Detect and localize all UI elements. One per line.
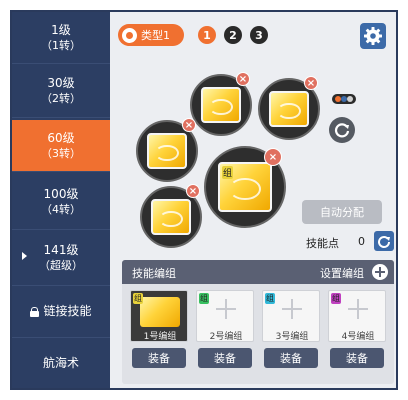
skill-slot[interactable]: × (136, 118, 198, 182)
equip-button[interactable]: 装备 (132, 348, 186, 368)
plus-icon (282, 299, 302, 319)
sidebar-item-level-30[interactable]: 30级 （2转） (12, 64, 110, 118)
page-tab-1[interactable]: 1 (198, 26, 216, 44)
sidebar: 1级 （1转） 30级 （2转） 60级 （3转） 100级 （4转） 141级… (12, 12, 110, 388)
skill-points-label: 技能点 (306, 237, 339, 250)
skill-slot-main[interactable]: 组 × (204, 146, 286, 228)
equip-button[interactable]: 装备 (330, 348, 384, 368)
skill-window: 1级 （1转） 30级 （2转） 60级 （3转） 100级 （4转） 141级… (10, 10, 398, 390)
skill-icon (269, 91, 309, 127)
equip-button[interactable]: 装备 (264, 348, 318, 368)
type-selector-button[interactable]: 类型1 (118, 24, 184, 46)
skill-icon (140, 297, 180, 327)
skill-group-4: 组 4号编组 装备 (328, 290, 386, 374)
group-mark: 组 (199, 293, 209, 304)
remove-skill-button[interactable]: × (304, 76, 318, 90)
group-name: 4号编组 (341, 332, 375, 342)
refresh-icon (334, 123, 350, 138)
skill-group-title: 技能编组 (132, 267, 176, 280)
top-bar: 类型1 1 2 3 (110, 12, 396, 58)
sidebar-item-sub: （2转） (41, 91, 81, 105)
plus-icon (216, 299, 236, 319)
add-group-icon[interactable] (372, 264, 388, 280)
plus-icon (348, 299, 368, 319)
skill-group-header: 技能编组 设置编组 (122, 260, 394, 284)
remove-skill-button[interactable]: × (264, 148, 282, 166)
set-group-label[interactable]: 设置编组 (320, 265, 364, 281)
sidebar-item-navigation[interactable]: 航海术 (12, 338, 110, 388)
skill-group-panel: 技能编组 设置编组 组 1号编组 装备 组 2号编组 装备 组 3号编组 装备 … (122, 260, 394, 384)
group-name: 1号编组 (143, 332, 177, 342)
group-slot[interactable]: 组 1号编组 (130, 290, 188, 342)
gear-icon (364, 27, 382, 45)
skill-slot[interactable]: × (258, 76, 320, 140)
view-toggle[interactable] (332, 94, 356, 104)
sidebar-item-link-skills[interactable]: 链接技能 (12, 286, 110, 338)
sidebar-item-label: 航海术 (42, 355, 79, 370)
skill-group-3: 组 3号编组 装备 (262, 290, 320, 374)
skill-icon (151, 199, 191, 235)
sidebar-item-label: 30级 (47, 75, 75, 90)
sidebar-item-label: 链接技能 (43, 304, 92, 318)
sidebar-item-sub: （3转） (41, 146, 81, 160)
skill-icon: 组 (218, 162, 272, 212)
sidebar-item-label: 141级 (43, 242, 79, 257)
sidebar-item-level-1[interactable]: 1级 （1转） (12, 12, 110, 64)
refresh-icon (378, 236, 390, 248)
sidebar-item-label: 100级 (43, 186, 79, 201)
settings-button[interactable] (360, 23, 386, 49)
type-label: 类型1 (141, 29, 170, 42)
skill-slot[interactable]: × (190, 72, 252, 136)
page-tab-2[interactable]: 2 (224, 26, 242, 44)
remove-skill-button[interactable]: × (236, 72, 250, 86)
remove-skill-button[interactable]: × (186, 184, 200, 198)
group-slot[interactable]: 组 2号编组 (196, 290, 254, 342)
page-tab-3[interactable]: 3 (250, 26, 268, 44)
sidebar-item-level-100[interactable]: 100级 （4转） (12, 174, 110, 230)
skill-points-value: 0 (358, 235, 365, 248)
sidebar-item-sub: （超级） (39, 258, 83, 272)
auto-assign-button[interactable]: 自动分配 (302, 200, 382, 224)
sidebar-item-label: 1级 (51, 22, 71, 37)
skill-group-2: 组 2号编组 装备 (196, 290, 254, 374)
group-mark: 组 (331, 293, 341, 304)
equip-button[interactable]: 装备 (198, 348, 252, 368)
group-mark: 组 (222, 166, 234, 179)
play-icon (22, 252, 27, 260)
skill-icon (201, 87, 241, 123)
reset-points-button[interactable] (374, 231, 394, 251)
sidebar-item-sub: （4转） (41, 202, 81, 216)
skill-slot[interactable]: × (140, 184, 202, 248)
lock-icon (30, 306, 40, 317)
reset-button[interactable] (329, 117, 355, 143)
group-slot[interactable]: 组 4号编组 (328, 290, 386, 342)
toggle-dot (347, 96, 353, 102)
group-name: 3号编组 (275, 332, 309, 342)
sidebar-item-label: 60级 (47, 130, 75, 145)
remove-skill-button[interactable]: × (182, 118, 196, 132)
skill-group-1: 组 1号编组 装备 (130, 290, 188, 374)
sidebar-item-sub: （1转） (41, 38, 81, 52)
group-mark: 组 (133, 293, 143, 304)
sidebar-item-level-60[interactable]: 60级 （3转） (12, 120, 110, 172)
sidebar-item-level-141[interactable]: 141级 （超级） (12, 230, 110, 286)
radio-icon (122, 27, 137, 43)
group-mark: 组 (265, 293, 275, 304)
skill-icon (147, 133, 187, 169)
group-slot[interactable]: 组 3号编组 (262, 290, 320, 342)
group-name: 2号编组 (209, 332, 243, 342)
